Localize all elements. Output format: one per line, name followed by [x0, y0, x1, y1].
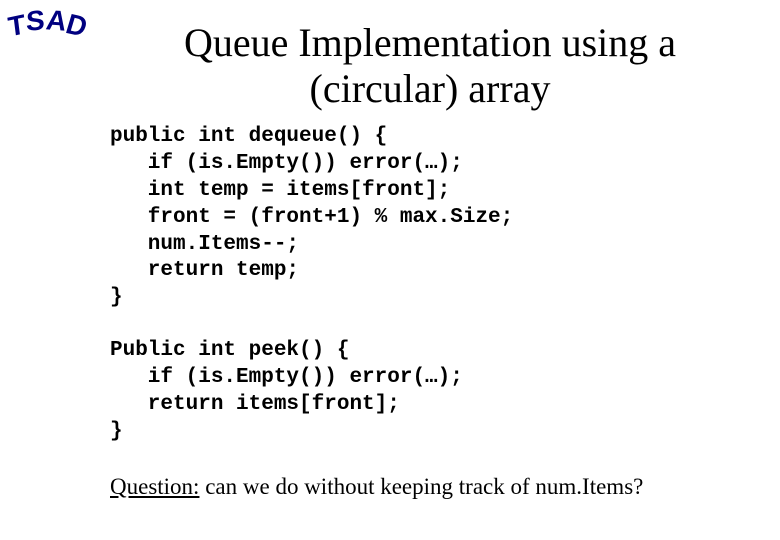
- title-line-1: Queue Implementation using a: [184, 20, 676, 65]
- question-label: Question:: [110, 474, 199, 499]
- code-block-peek: Public int peek() { if (is.Empty()) erro…: [110, 338, 750, 446]
- question-line: Question: can we do without keeping trac…: [110, 472, 750, 502]
- tsad-logo: TSAD: [7, 8, 90, 40]
- question-text: can we do without keeping track of num.I…: [199, 474, 643, 499]
- slide-title: Queue Implementation using a (circular) …: [110, 20, 750, 112]
- title-line-2: (circular) array: [310, 66, 551, 111]
- logo-char-2: S: [26, 4, 46, 38]
- code-block-dequeue: public int dequeue() { if (is.Empty()) e…: [110, 124, 750, 312]
- slide-content: Queue Implementation using a (circular) …: [110, 20, 750, 502]
